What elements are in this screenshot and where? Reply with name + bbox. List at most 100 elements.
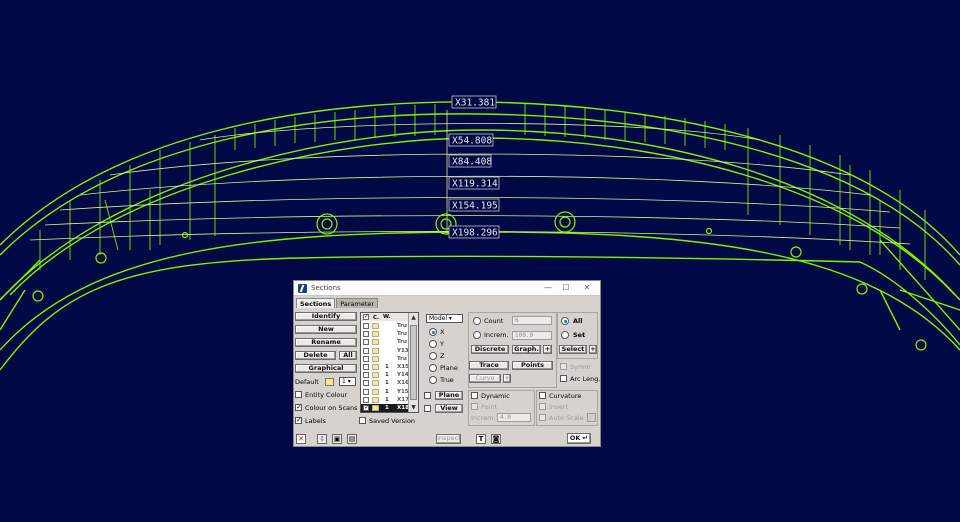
row-checkbox[interactable]: [363, 339, 369, 346]
list-item[interactable]: 1 X17: [361, 396, 409, 404]
increm-radio[interactable]: [473, 331, 481, 339]
graphical-button[interactable]: Graphical: [295, 364, 357, 373]
default-colour-swatch[interactable]: [325, 378, 334, 386]
scroll-down-icon[interactable]: ▼: [409, 403, 418, 412]
inspect-button[interactable]: Inspect: [436, 434, 461, 444]
graph-button[interactable]: Graph.: [512, 345, 541, 354]
list-item[interactable]: Tru: [361, 322, 409, 330]
list-item[interactable]: Tru: [361, 338, 409, 346]
auto-scale-checkbox[interactable]: [539, 414, 546, 421]
list-item[interactable]: 1 Y14: [361, 371, 409, 379]
plane-checkbox[interactable]: [424, 392, 431, 399]
list-item[interactable]: Tru: [361, 330, 409, 338]
maximize-icon[interactable]: ☐: [560, 282, 572, 294]
ok-button[interactable]: OK ↵: [567, 433, 591, 444]
row-colour-swatch[interactable]: [372, 355, 379, 362]
row-colour-swatch[interactable]: [372, 339, 379, 346]
row-checkbox[interactable]: [363, 372, 369, 379]
axis-y-radio[interactable]: [429, 340, 437, 348]
axis-z-radio[interactable]: [429, 352, 437, 360]
list-item[interactable]: 1 X16: [361, 379, 409, 387]
rename-button[interactable]: Rename: [295, 338, 357, 347]
entity-colour-checkbox[interactable]: [295, 391, 302, 398]
row-checkbox[interactable]: [363, 331, 369, 338]
row-checkbox[interactable]: [363, 380, 369, 387]
list-scrollbar[interactable]: ▲ ▼: [408, 313, 418, 412]
row-checkbox[interactable]: [363, 323, 369, 329]
row-checkbox[interactable]: [363, 347, 369, 354]
row-checkbox[interactable]: [363, 355, 369, 362]
new-button[interactable]: New: [295, 325, 357, 334]
saved-version-checkbox[interactable]: [359, 417, 366, 424]
settings-icon[interactable]: ◙: [491, 434, 501, 444]
row-colour-swatch[interactable]: [372, 364, 379, 370]
select-plus-button[interactable]: +: [589, 345, 597, 354]
view-button[interactable]: View: [435, 404, 463, 413]
arc-leng-checkbox[interactable]: [560, 375, 567, 382]
tab-parameter[interactable]: Parameter: [336, 298, 379, 308]
dynamic-increm-field[interactable]: 4.0: [497, 413, 531, 422]
plane-button[interactable]: Plane: [435, 391, 463, 400]
true-radio[interactable]: [429, 376, 437, 384]
row-colour-swatch[interactable]: [372, 380, 379, 387]
list-item[interactable]: ✓ 1 X18: [361, 404, 409, 412]
plane-radio[interactable]: [429, 364, 437, 372]
axis-x-radio[interactable]: [429, 328, 437, 336]
discrete-button[interactable]: Discrete: [471, 345, 509, 354]
row-checkbox[interactable]: [363, 396, 369, 403]
list-item[interactable]: 1 X15: [361, 363, 409, 371]
trace-button[interactable]: Trace: [469, 361, 509, 370]
scope-all-radio[interactable]: [561, 317, 569, 325]
row-checkbox[interactable]: [363, 364, 369, 370]
minimize-icon[interactable]: —: [542, 282, 554, 294]
row-colour-swatch[interactable]: [372, 396, 379, 403]
scope-set-radio[interactable]: [561, 331, 569, 339]
delete-all-button[interactable]: All: [339, 351, 357, 360]
tab-sections[interactable]: Sections: [296, 298, 336, 308]
save-icon[interactable]: ▤: [347, 434, 357, 444]
sections-list[interactable]: ✓ C. W. Tru Tru Tru Y13 Tru 1 X15 1 Y14 1 X16 1 Y15 1…: [360, 312, 419, 413]
default-width-dropdown[interactable]: 1 ▾: [339, 377, 356, 386]
points-button[interactable]: Points: [512, 361, 553, 370]
row-checkbox[interactable]: ✓: [363, 405, 369, 411]
row-colour-swatch[interactable]: [372, 372, 379, 379]
select-all-checkbox[interactable]: ✓: [363, 314, 369, 320]
close-icon[interactable]: ✕: [581, 282, 593, 294]
increm-field[interactable]: 100.0: [512, 331, 552, 340]
view-checkbox[interactable]: [424, 405, 431, 412]
scroll-up-icon[interactable]: ▲: [409, 313, 418, 322]
select-button[interactable]: Select: [559, 345, 587, 354]
mode-dropdown[interactable]: Model ▾: [426, 314, 463, 323]
point-checkbox[interactable]: [471, 403, 478, 410]
row-colour-swatch[interactable]: [372, 331, 379, 338]
curve-button[interactable]: Curve: [469, 374, 501, 383]
dynamic-checkbox[interactable]: [471, 392, 478, 399]
curve-plus-button[interactable]: +: [503, 374, 511, 383]
row-checkbox[interactable]: [363, 388, 369, 395]
row-colour-swatch[interactable]: [372, 388, 379, 395]
labels-checkbox[interactable]: ✓: [295, 417, 302, 424]
symm-checkbox[interactable]: [560, 363, 567, 370]
dialog-titlebar[interactable]: Sections — ☐ ✕: [294, 281, 600, 296]
text-icon[interactable]: T: [476, 434, 486, 444]
row-colour-swatch[interactable]: [372, 405, 379, 411]
cancel-icon[interactable]: ✕: [296, 434, 306, 444]
curvature-checkbox[interactable]: [539, 392, 546, 399]
row-colour-swatch[interactable]: [372, 347, 379, 354]
row-width: 1: [385, 364, 389, 370]
pin-icon[interactable]: ⇩: [317, 434, 327, 444]
scroll-thumb[interactable]: [410, 325, 417, 400]
count-field[interactable]: 6: [512, 316, 552, 325]
window-icon[interactable]: ▣: [332, 434, 342, 444]
identify-button[interactable]: Identify: [295, 312, 357, 321]
colour-on-scans-checkbox[interactable]: ✓: [295, 404, 302, 411]
list-item[interactable]: Y13: [361, 347, 409, 355]
graph-plus-button[interactable]: +: [543, 345, 552, 354]
delete-button[interactable]: Delete: [295, 351, 336, 360]
list-item[interactable]: 1 Y15: [361, 388, 409, 396]
invert-checkbox[interactable]: [539, 403, 546, 410]
list-item[interactable]: Tru: [361, 355, 409, 363]
row-colour-swatch[interactable]: [372, 323, 379, 329]
count-radio[interactable]: [473, 317, 481, 325]
auto-scale-settings-icon[interactable]: [587, 413, 596, 422]
